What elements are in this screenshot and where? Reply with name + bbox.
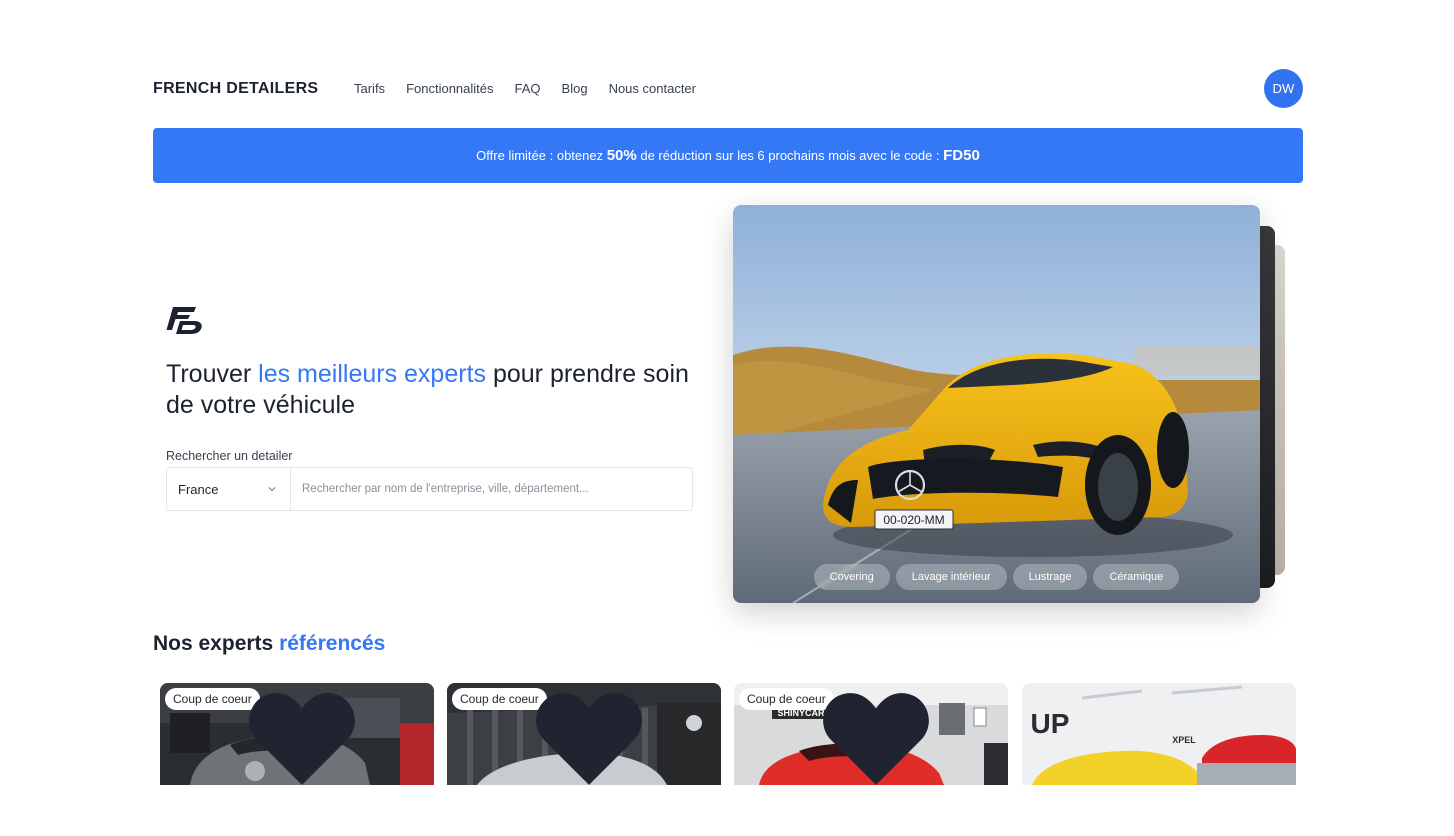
promo-banner: Offre limitée : obtenez 50% de réduction… xyxy=(153,128,1303,183)
experts-title-start: Nos experts xyxy=(153,632,280,655)
hero-title: Trouver les meilleurs experts pour prend… xyxy=(166,359,706,421)
user-avatar[interactable]: DW xyxy=(1264,69,1303,108)
heart-icon xyxy=(249,693,355,785)
shop-sign-xpel: XPEL xyxy=(1172,735,1196,745)
main-nav: Tarifs Fonctionnalités FAQ Blog Nous con… xyxy=(354,81,717,96)
expert-card[interactable]: SHINYCARS Coup de coeur xyxy=(734,683,1008,785)
chevron-down-icon xyxy=(268,487,276,492)
promo-text-before: Offre limitée : obtenez xyxy=(476,148,607,163)
hero-car-image: 00-020-MM Covering Lavage intérieur Lust… xyxy=(733,205,1260,603)
promo-text-middle: de réduction sur les 6 prochains mois av… xyxy=(636,148,944,163)
favorite-badge: Coup de coeur xyxy=(165,688,355,785)
search-input[interactable] xyxy=(291,468,692,510)
expert-cards: Coup de coeur Coup de coeur SHINYCARS Co… xyxy=(160,683,1297,785)
expert-card[interactable]: Coup de coeur xyxy=(160,683,434,785)
up-garage-cars-photo: UP XPEL xyxy=(1022,683,1296,785)
country-select-value: France xyxy=(178,481,219,497)
yellow-sports-car-photo: 00-020-MM xyxy=(733,205,1260,603)
expert-card[interactable]: Coup de coeur xyxy=(447,683,721,785)
search-box: France xyxy=(166,467,693,511)
expert-card[interactable]: UP XPEL xyxy=(1022,683,1296,785)
chip-lustrage[interactable]: Lustrage xyxy=(1012,564,1088,590)
heart-icon xyxy=(823,693,929,785)
search-label: Rechercher un detailer xyxy=(166,449,293,463)
license-plate-text: 00-020-MM xyxy=(883,513,944,527)
service-chips: Covering Lavage intérieur Lustrage Céram… xyxy=(733,564,1260,590)
nav-link-blog[interactable]: Blog xyxy=(562,81,588,96)
nav-link-contact[interactable]: Nous contacter xyxy=(609,81,696,96)
chip-ceramique[interactable]: Céramique xyxy=(1093,564,1180,590)
chip-covering[interactable]: Covering xyxy=(813,564,890,590)
chip-lavage-interieur[interactable]: Lavage intérieur xyxy=(895,564,1007,590)
hero-title-accent: les meilleurs experts xyxy=(258,360,487,388)
country-select[interactable]: France xyxy=(167,468,291,510)
experts-section-title: Nos experts référencés xyxy=(153,632,385,656)
nav-link-fonctionnalites[interactable]: Fonctionnalités xyxy=(406,81,493,96)
experts-title-accent: référencés xyxy=(279,632,386,655)
favorite-badge: Coup de coeur xyxy=(739,688,929,785)
heart-icon xyxy=(536,693,642,785)
shop-sign-up: UP xyxy=(1031,708,1070,739)
hero-title-start: Trouver xyxy=(166,360,259,388)
favorite-badge: Coup de coeur xyxy=(452,688,642,785)
top-header: FRENCH DETAILERS Tarifs Fonctionnalités … xyxy=(153,68,1303,110)
brand-logo-text[interactable]: FRENCH DETAILERS xyxy=(153,80,318,98)
fd-logo-icon xyxy=(166,307,202,334)
promo-code: FD50 xyxy=(943,147,980,164)
nav-link-tarifs[interactable]: Tarifs xyxy=(354,81,385,96)
nav-link-faq[interactable]: FAQ xyxy=(515,81,541,96)
promo-discount: 50% xyxy=(606,147,637,164)
